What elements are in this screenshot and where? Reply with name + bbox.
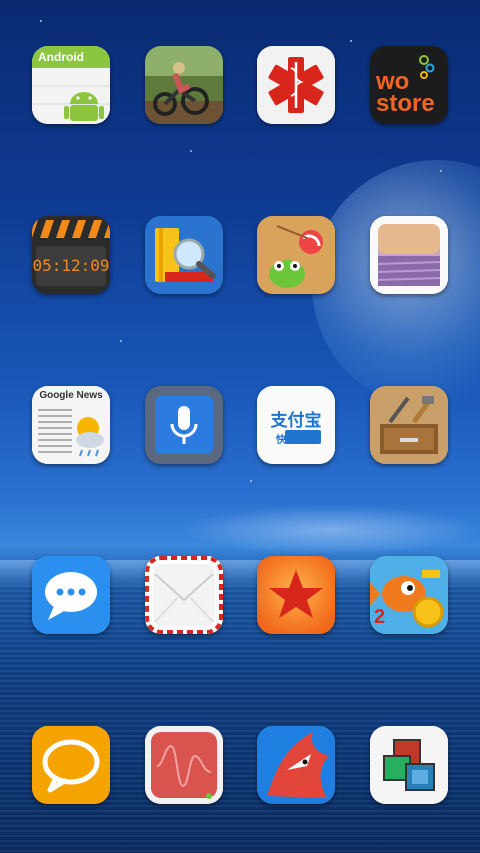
app-medical[interactable] — [257, 46, 335, 124]
medical-star-of-life-icon — [257, 46, 335, 124]
app-alipay[interactable]: 支付宝 快捷支付 — [257, 386, 335, 464]
app-fish-game[interactable]: 2 — [370, 556, 448, 634]
mail-envelope-icon — [145, 556, 223, 634]
app-favorites[interactable] — [257, 556, 335, 634]
star — [190, 150, 192, 152]
motorbike-game-icon — [145, 46, 223, 124]
app-wo-store[interactable]: wo store — [370, 46, 448, 124]
star — [250, 480, 252, 482]
windows-switcher-icon — [370, 726, 448, 804]
app-android[interactable]: Android — [32, 46, 110, 124]
star — [120, 340, 122, 342]
app-gallery[interactable] — [370, 216, 448, 294]
sound-wave-icon — [145, 726, 223, 804]
chat-bubble-icon — [32, 726, 110, 804]
app-messages[interactable] — [32, 556, 110, 634]
app-motorbike-game[interactable] — [145, 46, 223, 124]
alipay-label: 支付宝 — [270, 411, 322, 431]
toolbox-icon — [370, 386, 448, 464]
photo-gallery-icon — [370, 216, 448, 294]
home-screen: Android wo store 05:12:09 Google News 支付… — [0, 0, 480, 853]
alipay-sub-label: 快捷支付 — [276, 435, 316, 446]
star — [440, 170, 442, 172]
app-toolbox[interactable] — [370, 386, 448, 464]
star — [40, 20, 42, 22]
app-sound-wave[interactable] — [145, 726, 223, 804]
app-clock[interactable]: 05:12:09 — [32, 216, 110, 294]
app-cut-the-rope[interactable] — [257, 216, 335, 294]
store-label: store — [376, 90, 435, 117]
app-voice-search[interactable] — [145, 386, 223, 464]
favorites-star-icon — [257, 556, 335, 634]
clapperboard-clock-icon — [32, 216, 110, 294]
app-bird-game[interactable] — [257, 726, 335, 804]
android-label: Android — [38, 50, 84, 64]
cut-the-rope-icon — [257, 216, 335, 294]
bird-game-icon — [257, 726, 335, 804]
fish-game-number-label: 2 — [374, 606, 386, 628]
app-chat[interactable] — [32, 726, 110, 804]
messages-icon — [32, 556, 110, 634]
app-windows-switcher[interactable] — [370, 726, 448, 804]
clock-time-label: 05:12:09 — [32, 256, 110, 275]
google-news-label: Google News — [39, 390, 103, 401]
book-search-icon — [145, 216, 223, 294]
star — [350, 40, 352, 42]
app-google-news[interactable]: Google News — [32, 386, 110, 464]
voice-search-icon — [145, 386, 223, 464]
app-book-search[interactable] — [145, 216, 223, 294]
app-mail[interactable] — [145, 556, 223, 634]
cloud-wallpaper — [180, 505, 480, 555]
